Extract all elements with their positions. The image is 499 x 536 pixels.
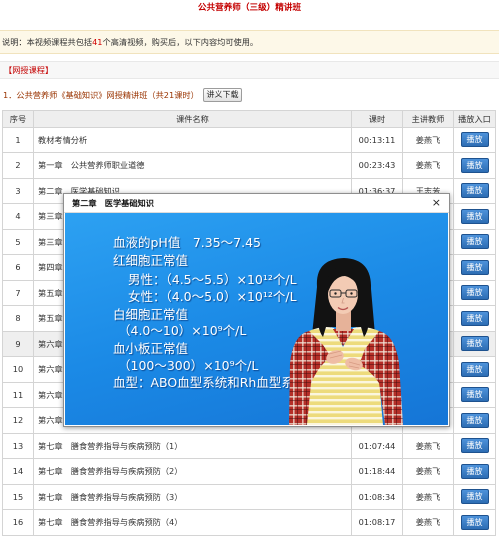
header-duration: 课时	[352, 111, 403, 127]
popup-title: 第二章 医学基础知识	[72, 198, 154, 208]
popup-title-bar[interactable]: 第二章 医学基础知识 ×	[64, 194, 449, 213]
teacher-name: 姜燕飞	[403, 127, 454, 152]
page-title: 公共营养师（三级）精讲班	[197, 3, 302, 13]
header-play: 播放入口	[454, 111, 496, 127]
table-row: 13 第七章 膳食营养指导与疾病预防（1） 01:07:44 姜燕飞 播放	[3, 433, 496, 459]
course-name: 第七章 膳食营养指导与疾病预防（1）	[34, 433, 352, 458]
duration: 01:07:44	[352, 433, 403, 458]
teacher-name: 姜燕飞	[403, 510, 454, 535]
play-cell: 播放	[454, 306, 496, 331]
play-cell: 播放	[454, 510, 496, 535]
course-name: 第七章 膳食营养指导与疾病预防（3）	[34, 484, 352, 509]
play-button[interactable]: 播放	[460, 361, 489, 377]
handout-download-button[interactable]: 讲义下载	[203, 88, 242, 102]
lecturer-figure	[289, 258, 403, 425]
play-button[interactable]: 播放	[460, 514, 489, 530]
course-name: 第一章 公共营养师职业道德	[34, 153, 352, 178]
video-popup: 第二章 医学基础知识 × 血液的pH值 7.35～7.45 红细胞正常值 男性：…	[63, 193, 450, 427]
play-cell: 播放	[454, 280, 496, 305]
play-button[interactable]: 播放	[460, 132, 489, 148]
play-button[interactable]: 播放	[460, 208, 489, 224]
play-button[interactable]: 播放	[460, 234, 489, 250]
notice-bar: 说明：本视频课程共包括41个高清视频，购买后，以下内容均可使用。	[0, 30, 499, 54]
table-row: 15 第七章 膳食营养指导与疾病预防（3） 01:08:34 姜燕飞 播放	[3, 484, 496, 510]
header-number: 序号	[3, 111, 34, 127]
play-cell: 播放	[454, 229, 496, 254]
table-row: 2 第一章 公共营养师职业道德 00:23:43 姜燕飞 播放	[3, 153, 496, 179]
row-number: 2	[3, 153, 34, 178]
row-number: 6	[3, 255, 34, 280]
play-cell: 播放	[454, 153, 496, 178]
row-number: 12	[3, 408, 34, 433]
lecturer-eye-right	[350, 292, 353, 295]
play-cell: 播放	[454, 433, 496, 458]
play-cell: 播放	[454, 408, 496, 433]
play-button[interactable]: 播放	[460, 310, 489, 326]
teacher-name: 姜燕飞	[403, 433, 454, 458]
row-number: 1	[3, 127, 34, 152]
table-row: 16 第七章 膳食营养指导与疾病预防（4） 01:08:17 姜燕飞 播放	[3, 510, 496, 536]
row-number: 5	[3, 229, 34, 254]
row-number: 8	[3, 306, 34, 331]
table-row: 14 第七章 膳食营养指导与疾病预防（2） 01:18:44 姜燕飞 播放	[3, 459, 496, 485]
play-button[interactable]: 播放	[460, 285, 489, 301]
course-title: 1．公共营养师《基础知识》网授精讲班（共21课时）	[3, 90, 199, 100]
duration: 01:08:34	[352, 484, 403, 509]
play-button[interactable]: 播放	[460, 336, 489, 352]
play-cell: 播放	[454, 459, 496, 484]
play-button[interactable]: 播放	[460, 183, 489, 199]
row-number: 7	[3, 280, 34, 305]
course-name: 教材考情分析	[34, 127, 352, 152]
play-cell: 播放	[454, 357, 496, 382]
video-count: 41	[92, 37, 103, 47]
duration: 00:13:11	[352, 127, 403, 152]
play-cell: 播放	[454, 127, 496, 152]
header-course-name: 课件名称	[34, 111, 352, 127]
row-number: 10	[3, 357, 34, 382]
notice-text: 说明：本视频课程共包括	[2, 37, 93, 47]
row-number: 14	[3, 459, 34, 484]
course-name: 第七章 膳食营养指导与疾病预防（4）	[34, 510, 352, 535]
lecturer-eye-left	[334, 292, 337, 295]
section-label: 【网授课程】	[0, 61, 499, 79]
header-teacher: 主讲教师	[403, 111, 454, 127]
play-button[interactable]: 播放	[460, 412, 489, 428]
play-cell: 播放	[454, 331, 496, 356]
video-player[interactable]: 血液的pH值 7.35～7.45 红细胞正常值 男性：（4.5～5.5）×10¹…	[65, 213, 448, 425]
play-cell: 播放	[454, 255, 496, 280]
lecturer-neck	[336, 311, 351, 331]
notice-text-suffix: 个高清视频，购买后，以下内容均可使用。	[102, 37, 259, 47]
row-number: 13	[3, 433, 34, 458]
play-cell: 播放	[454, 484, 496, 509]
duration: 01:18:44	[352, 459, 403, 484]
play-button[interactable]: 播放	[460, 438, 489, 454]
teacher-name: 姜燕飞	[403, 153, 454, 178]
close-icon[interactable]: ×	[432, 194, 441, 212]
table-row: 1 教材考情分析 00:13:11 姜燕飞 播放	[3, 127, 496, 153]
row-number: 3	[3, 178, 34, 203]
play-button[interactable]: 播放	[460, 387, 489, 403]
row-number: 15	[3, 484, 34, 509]
play-button[interactable]: 播放	[460, 157, 489, 173]
play-button[interactable]: 播放	[460, 259, 489, 275]
play-cell: 播放	[454, 204, 496, 229]
play-cell: 播放	[454, 178, 496, 203]
duration: 00:23:43	[352, 153, 403, 178]
row-number: 9	[3, 331, 34, 356]
teacher-name: 姜燕飞	[403, 484, 454, 509]
row-number: 11	[3, 382, 34, 407]
teacher-name: 姜燕飞	[403, 459, 454, 484]
course-name: 第七章 膳食营养指导与疾病预防（2）	[34, 459, 352, 484]
play-cell: 播放	[454, 382, 496, 407]
play-button[interactable]: 播放	[460, 463, 489, 479]
table-header-row: 序号 课件名称 课时 主讲教师 播放入口	[3, 111, 496, 128]
row-number: 4	[3, 204, 34, 229]
row-number: 16	[3, 510, 34, 535]
play-button[interactable]: 播放	[460, 489, 489, 505]
duration: 01:08:17	[352, 510, 403, 535]
